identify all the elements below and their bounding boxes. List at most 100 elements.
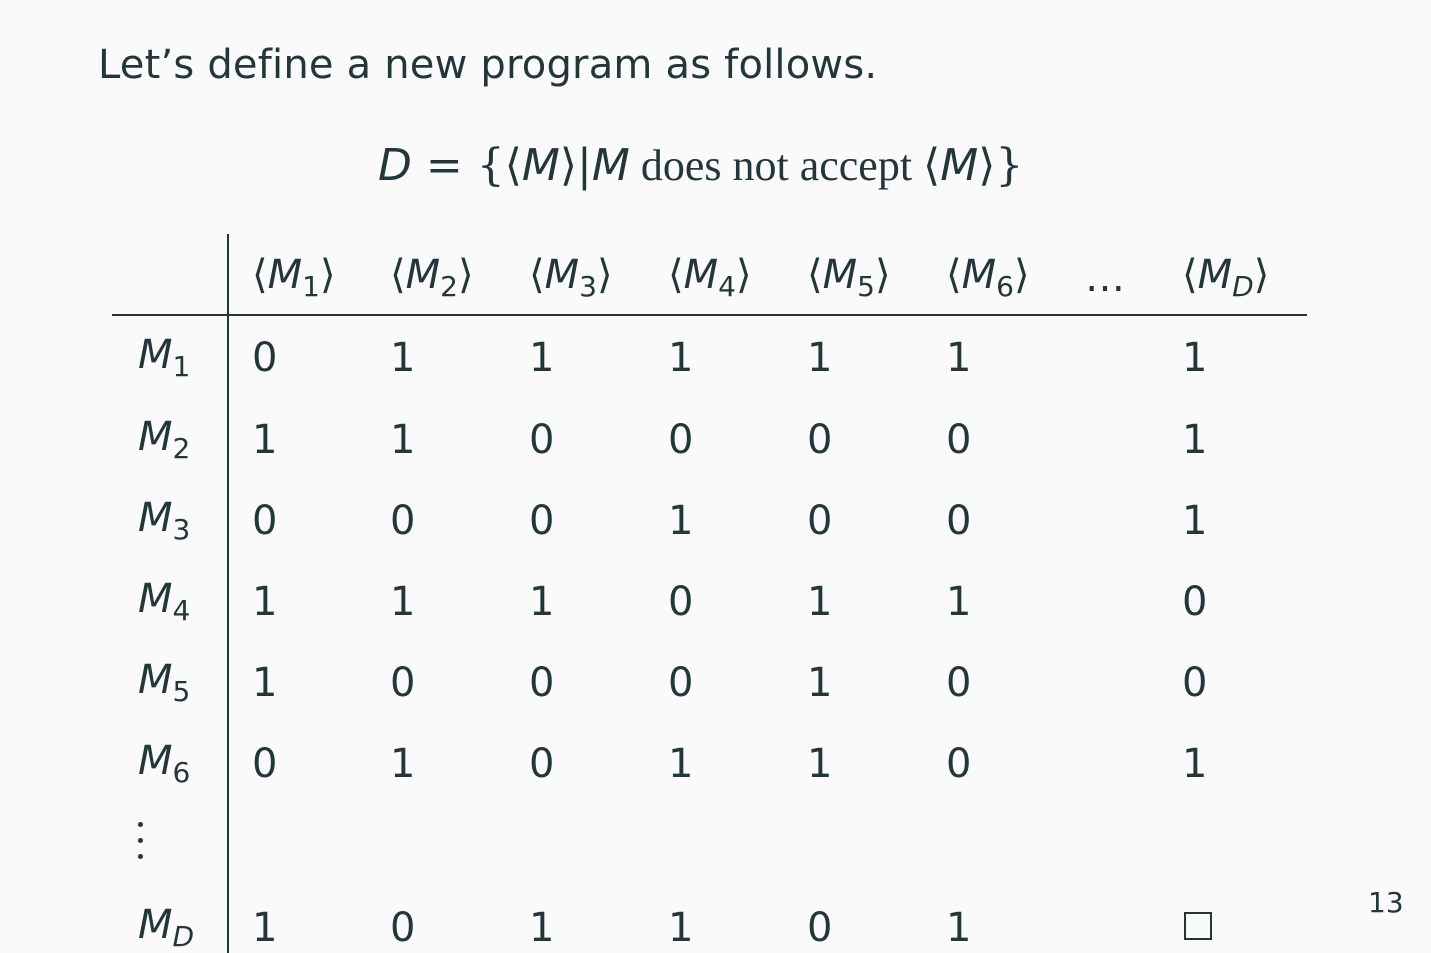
header-sub: 2	[440, 270, 458, 303]
formula-open: ⟨	[923, 140, 941, 191]
table-cell: 1	[946, 579, 972, 625]
formula-m3: M	[940, 140, 979, 191]
table-cell: 1	[1182, 741, 1208, 787]
formula-mid: ⟩|	[559, 140, 592, 191]
header-sub: 5	[857, 270, 875, 303]
table-cell: 1	[946, 905, 972, 951]
table-cell: 1	[252, 417, 278, 463]
table-cell: 0	[807, 417, 833, 463]
table-cell: 1	[807, 741, 833, 787]
table-cell: 1	[529, 905, 555, 951]
header-base: M	[961, 252, 997, 298]
table-cell: 1	[668, 741, 694, 787]
table-cell: 0	[946, 498, 972, 544]
table-cell: 1	[529, 335, 555, 381]
angle-open: ⟨	[1182, 252, 1198, 298]
column-header: ⟨MD⟩	[1182, 255, 1269, 301]
table-cell: 1	[807, 660, 833, 706]
row-label-base: M	[138, 657, 173, 703]
intro-text: Let’s define a new program as follows.	[98, 42, 878, 88]
angle-close: ⟩	[874, 252, 891, 298]
formula-m2: M	[591, 140, 630, 191]
page-number: 13	[1368, 886, 1404, 919]
row-vdots	[138, 822, 146, 870]
angle-close: ⟩	[457, 252, 474, 298]
row-label-sub: 5	[172, 675, 191, 708]
column-header: ⟨M2⟩	[390, 255, 474, 301]
row-label-base: M	[138, 902, 173, 948]
formula: D = {⟨M⟩|M does not accept ⟨M⟩}	[378, 140, 1023, 191]
angle-close: ⟩	[1253, 252, 1270, 298]
table-cell: 0	[668, 660, 694, 706]
table-cell: 1	[807, 579, 833, 625]
table-cell: 0	[946, 741, 972, 787]
header-base: M	[683, 252, 719, 298]
table-cell: 0	[390, 660, 416, 706]
angle-open: ⟨	[252, 252, 268, 298]
table-cell: 0	[390, 498, 416, 544]
header-base: M	[822, 252, 858, 298]
table-cell: 0	[252, 335, 278, 381]
row-label: M2	[138, 417, 190, 463]
table-cell: 0	[668, 417, 694, 463]
header-base: M	[544, 252, 580, 298]
header-base: M	[1197, 252, 1233, 298]
row-label-sub: 6	[172, 756, 191, 789]
table-cell: 0	[529, 498, 555, 544]
row-label-base: M	[138, 332, 173, 378]
header-sub: 1	[302, 270, 320, 303]
column-header: ⟨M5⟩	[807, 255, 891, 301]
row-label-sub: 2	[172, 432, 191, 465]
table-cell: 1	[1182, 417, 1208, 463]
angle-open: ⟨	[807, 252, 823, 298]
table-cell: 0	[252, 498, 278, 544]
angle-open: ⟨	[668, 252, 684, 298]
unknown-square-icon	[1184, 912, 1212, 940]
formula-close: ⟩}	[978, 140, 1024, 191]
formula-eq: = {⟨	[411, 140, 522, 191]
angle-close: ⟩	[1013, 252, 1030, 298]
table-cell: 1	[390, 417, 416, 463]
column-header: ⟨M1⟩	[252, 255, 336, 301]
table-horizontal-rule	[112, 314, 1307, 316]
table-cell: 1	[529, 579, 555, 625]
table-cell: 0	[1182, 660, 1208, 706]
table-cell: 0	[946, 417, 972, 463]
table-cell: 0	[252, 741, 278, 787]
header-sub: 6	[996, 270, 1014, 303]
header-base: M	[405, 252, 441, 298]
column-header: ⟨M6⟩	[946, 255, 1030, 301]
row-label: M4	[138, 579, 190, 625]
header-sub: 3	[579, 270, 597, 303]
angle-close: ⟩	[596, 252, 613, 298]
table-cell: 1	[390, 335, 416, 381]
table-vertical-rule	[227, 234, 229, 953]
table-cell: 1	[668, 335, 694, 381]
header-ellipsis: …	[1085, 255, 1125, 301]
table-cell: 0	[668, 579, 694, 625]
row-label: M1	[138, 335, 190, 381]
table-cell: 0	[1182, 579, 1208, 625]
angle-open: ⟨	[946, 252, 962, 298]
table-cell: 1	[252, 905, 278, 951]
angle-close: ⟩	[735, 252, 752, 298]
column-header: ⟨M3⟩	[529, 255, 613, 301]
row-label-base: M	[138, 495, 173, 541]
row-label-sub: 4	[172, 594, 191, 627]
table-cell: 0	[529, 660, 555, 706]
table-cell: 0	[807, 905, 833, 951]
table-cell: 1	[807, 335, 833, 381]
angle-open: ⟨	[529, 252, 545, 298]
column-header: …	[1085, 258, 1125, 298]
header-base: M	[267, 252, 303, 298]
row-label-sub: 3	[172, 513, 191, 546]
table-cell: 0	[946, 660, 972, 706]
angle-close: ⟩	[319, 252, 336, 298]
formula-m1: M	[521, 140, 560, 191]
row-label-sub: D	[172, 920, 195, 953]
table-cell: 1	[668, 498, 694, 544]
table-cell: 1	[252, 579, 278, 625]
row-label-sub: 1	[172, 350, 191, 383]
table-cell: 1	[252, 660, 278, 706]
table-cell: 1	[946, 335, 972, 381]
